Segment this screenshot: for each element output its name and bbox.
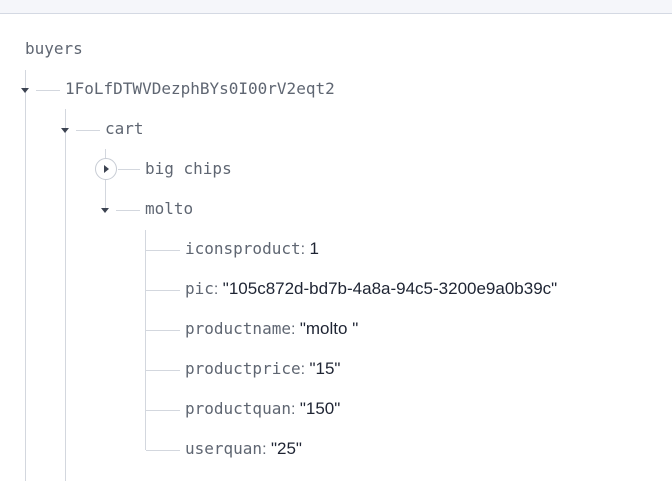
collapse-caret-icon[interactable] [61,128,69,133]
collapse-caret-icon[interactable] [21,88,29,93]
collapse-caret-icon[interactable] [101,208,109,213]
cart-node[interactable]: cart [105,119,144,139]
tree-guide-line [65,109,66,481]
field-key: userquan [185,439,263,458]
root-node-label[interactable]: buyers [25,39,83,59]
big-chips-node[interactable]: big chips [145,159,232,179]
field-key: productprice [185,359,301,378]
tree-connector [146,290,180,291]
tree-connector [76,130,100,131]
field-row-productprice[interactable]: productprice: "15" [185,359,340,380]
field-value: "15" [309,359,341,378]
tree-guide-line [145,230,146,450]
field-key: iconsproduct [185,239,301,258]
tree-connector [116,210,140,211]
tree-connector [146,410,180,411]
field-value: 1 [309,239,319,258]
tree-connector [146,370,180,371]
field-row-pic[interactable]: pic: "105c872d-bd7b-4a8a-94c5-3200e9a0b3… [185,279,557,300]
buyer-id-node[interactable]: 1FoLfDTWVDezphBYs0I00rV2eqt2 [65,79,335,99]
field-key: pic [185,279,214,298]
field-row-iconsproduct[interactable]: iconsproduct: 1 [185,239,319,260]
field-value: "150" [299,399,341,418]
field-row-userquan[interactable]: userquan: "25" [185,439,302,460]
tree-guide-line [25,70,26,481]
field-value: "105c872d-bd7b-4a8a-94c5-3200e9a0b39c" [222,279,558,298]
top-bar [0,0,672,14]
tree-connector [118,169,140,170]
tree-connector [146,250,180,251]
field-value: "molto " [299,319,359,338]
tree-connector [36,90,60,91]
chevron-right-icon [104,165,109,173]
field-row-productquan[interactable]: productquan: "150" [185,399,340,420]
molto-node[interactable]: molto [145,199,193,219]
database-tree: buyers 1FoLfDTWVDezphBYs0I00rV2eqt2 cart… [0,14,672,481]
tree-connector [146,450,180,451]
field-key: productname [185,319,291,338]
tree-connector [146,330,180,331]
expand-button[interactable] [95,158,117,180]
field-row-productname[interactable]: productname: "molto " [185,319,358,340]
field-value: "25" [270,439,302,458]
field-key: productquan [185,399,291,418]
